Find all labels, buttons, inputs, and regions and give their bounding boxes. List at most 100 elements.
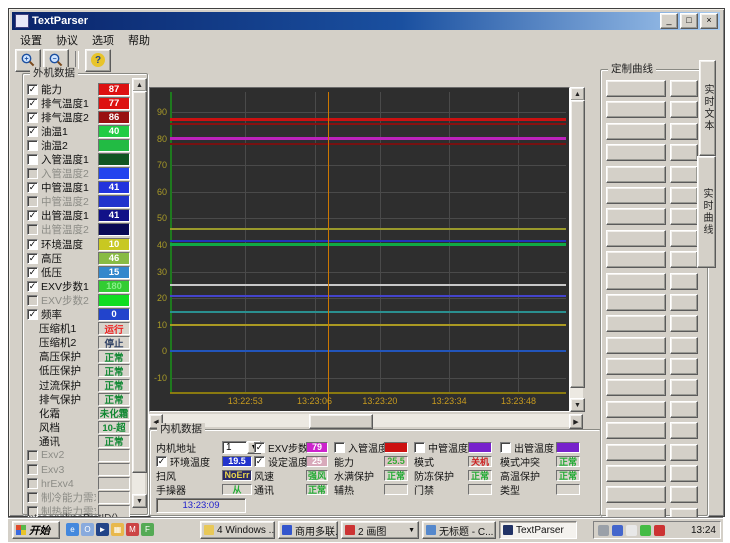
custom-curve-button[interactable] bbox=[606, 208, 666, 225]
custom-curve-button[interactable] bbox=[606, 80, 666, 97]
maximize-button[interactable]: □ bbox=[680, 13, 698, 29]
custom-curve-button[interactable] bbox=[606, 379, 666, 396]
custom-curve-button[interactable] bbox=[606, 273, 666, 290]
chart-vertical-scrollbar[interactable]: ▲ ▼ bbox=[570, 87, 583, 412]
checkbox-低压[interactable]: ✓ bbox=[27, 267, 38, 278]
custom-curve-value-button[interactable] bbox=[670, 422, 698, 439]
checkbox-排气温度2[interactable]: ✓ bbox=[27, 112, 38, 123]
custom-curve-button[interactable] bbox=[606, 187, 666, 204]
custom-curve-button[interactable] bbox=[606, 444, 666, 461]
checkbox-hrExv4[interactable] bbox=[27, 478, 38, 489]
scroll-up-icon[interactable]: ▲ bbox=[570, 87, 585, 101]
checkbox-高压[interactable]: ✓ bbox=[27, 253, 38, 264]
title-bar[interactable]: TextParser _ □ × bbox=[12, 12, 720, 30]
scrollbar-thumb[interactable] bbox=[570, 100, 585, 388]
scroll-down-icon[interactable]: ▼ bbox=[132, 494, 147, 508]
menu-item-3[interactable]: 选项 bbox=[85, 31, 121, 49]
checkbox-出管温度2[interactable] bbox=[27, 224, 38, 235]
checkbox-Exv2[interactable] bbox=[27, 450, 38, 461]
custom-curve-button[interactable] bbox=[606, 251, 666, 268]
custom-curve-value-button[interactable] bbox=[670, 251, 698, 268]
custom-curve-button[interactable] bbox=[606, 465, 666, 482]
messenger-icon[interactable]: M bbox=[126, 523, 139, 536]
custom-curve-button[interactable] bbox=[606, 486, 666, 503]
explorer-icon[interactable]: F bbox=[141, 523, 154, 536]
custom-curve-value-button[interactable] bbox=[670, 401, 698, 418]
task-button-商用多联...[interactable]: 商用多联... bbox=[278, 521, 338, 539]
custom-curve-value-button[interactable] bbox=[670, 379, 698, 396]
task-button-2 画图[interactable]: 2 画图▼ bbox=[341, 521, 419, 539]
checkbox-入管温度1[interactable] bbox=[27, 154, 38, 165]
custom-curve-button[interactable] bbox=[606, 166, 666, 183]
custom-curve-value-button[interactable] bbox=[670, 208, 698, 225]
checkbox-出管温度[interactable] bbox=[500, 442, 511, 453]
custom-curve-button[interactable] bbox=[606, 337, 666, 354]
custom-curve-button[interactable] bbox=[606, 422, 666, 439]
checkbox-环境温度[interactable]: ✓ bbox=[156, 456, 167, 467]
media-player-icon[interactable]: ► bbox=[96, 523, 109, 536]
outlook-icon[interactable]: O bbox=[81, 523, 94, 536]
time-cursor[interactable] bbox=[328, 92, 329, 410]
checkbox-环境温度[interactable]: ✓ bbox=[27, 239, 38, 250]
custom-curve-value-button[interactable] bbox=[670, 315, 698, 332]
chevron-down-icon[interactable]: ▼ bbox=[408, 527, 415, 534]
checkbox-中管温度[interactable] bbox=[414, 442, 425, 453]
task-button-无标题 - C...[interactable]: 无标题 - C... bbox=[422, 521, 496, 539]
custom-curve-button[interactable] bbox=[606, 315, 666, 332]
custom-curve-value-button[interactable] bbox=[670, 358, 698, 375]
custom-curve-button[interactable] bbox=[606, 101, 666, 118]
update-icon[interactable] bbox=[626, 525, 637, 536]
checkbox-能力[interactable]: ✓ bbox=[27, 84, 38, 95]
checkbox-中管温度1[interactable]: ✓ bbox=[27, 182, 38, 193]
custom-curve-button[interactable] bbox=[606, 144, 666, 161]
task-button-TextParser[interactable]: TextParser bbox=[499, 521, 577, 539]
custom-curve-value-button[interactable] bbox=[670, 166, 698, 183]
menu-item-1[interactable]: 设置 bbox=[13, 31, 49, 49]
scroll-down-icon[interactable]: ▼ bbox=[570, 398, 585, 412]
checkbox-出管温度1[interactable]: ✓ bbox=[27, 210, 38, 221]
minimize-button[interactable]: _ bbox=[660, 13, 678, 29]
custom-curve-value-button[interactable] bbox=[670, 230, 698, 247]
ie-icon[interactable]: e bbox=[66, 523, 79, 536]
custom-curve-value-button[interactable] bbox=[670, 123, 698, 140]
checkbox-中管温度2[interactable] bbox=[27, 196, 38, 207]
custom-curve-value-button[interactable] bbox=[670, 444, 698, 461]
side-tab-实时曲线[interactable]: 实时曲线 bbox=[697, 156, 716, 268]
printer-icon[interactable] bbox=[598, 525, 609, 536]
scroll-up-icon[interactable]: ▲ bbox=[132, 78, 147, 92]
menu-item-4[interactable]: 帮助 bbox=[121, 31, 157, 49]
custom-curve-button[interactable] bbox=[606, 230, 666, 247]
scrollbar-thumb[interactable] bbox=[309, 414, 373, 429]
messenger-tray-icon[interactable] bbox=[612, 525, 623, 536]
scroll-right-icon[interactable]: ▶ bbox=[569, 414, 583, 429]
checkbox-频率[interactable]: ✓ bbox=[27, 309, 38, 320]
checkbox-EXV步数1[interactable]: ✓ bbox=[27, 281, 38, 292]
custom-curve-button[interactable] bbox=[606, 294, 666, 311]
checkbox-油温2[interactable] bbox=[27, 140, 38, 151]
custom-curve-value-button[interactable] bbox=[670, 294, 698, 311]
menu-item-2[interactable]: 协议 bbox=[49, 31, 85, 49]
checkbox-油温1[interactable]: ✓ bbox=[27, 126, 38, 137]
custom-curve-button[interactable] bbox=[606, 123, 666, 140]
checkbox-设定温度[interactable]: ✓ bbox=[254, 456, 265, 467]
checkbox-入管温度2[interactable] bbox=[27, 168, 38, 179]
help-button[interactable]: ? bbox=[85, 49, 111, 72]
checkbox-EXV步数[interactable]: ✓ bbox=[254, 442, 265, 453]
checkbox-EXV步数2[interactable] bbox=[27, 295, 38, 306]
custom-curve-value-button[interactable] bbox=[670, 144, 698, 161]
scrollbar-thumb[interactable] bbox=[132, 91, 147, 473]
custom-curve-value-button[interactable] bbox=[670, 273, 698, 290]
task-button-4 Windows ...[interactable]: 4 Windows ...▼ bbox=[200, 521, 275, 539]
close-button[interactable]: × bbox=[700, 13, 718, 29]
chart-horizontal-scrollbar[interactable]: ◀ ▶ bbox=[149, 414, 583, 427]
custom-curve-button[interactable] bbox=[606, 358, 666, 375]
side-tab-实时文本[interactable]: 实时文本 bbox=[699, 60, 716, 156]
checkbox-Exv3[interactable] bbox=[27, 464, 38, 475]
checkbox-入管温度[interactable] bbox=[334, 442, 345, 453]
custom-curve-value-button[interactable] bbox=[670, 465, 698, 482]
outdoor-scrollbar[interactable]: ▲ ▼ bbox=[132, 78, 145, 508]
custom-curve-button[interactable] bbox=[606, 401, 666, 418]
checkbox-排气温度1[interactable]: ✓ bbox=[27, 98, 38, 109]
antivirus-icon[interactable] bbox=[654, 525, 665, 536]
show-desktop-icon[interactable]: ▦ bbox=[111, 523, 124, 536]
